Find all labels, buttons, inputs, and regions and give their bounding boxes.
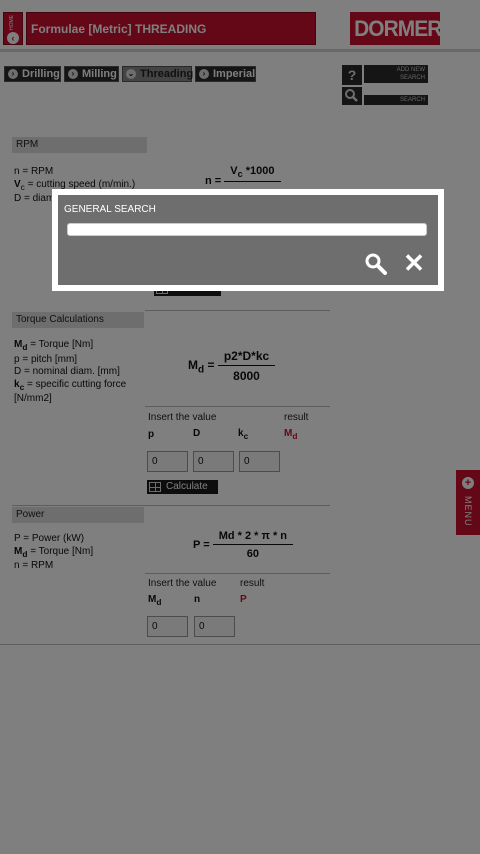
general-search-submit-button[interactable] xyxy=(364,252,388,276)
general-search-panel: GENERAL SEARCH ✕ xyxy=(58,195,438,285)
general-search-input[interactable] xyxy=(67,223,427,236)
general-search-title: GENERAL SEARCH xyxy=(64,204,156,215)
general-search-modal: GENERAL SEARCH ✕ xyxy=(52,189,444,291)
modal-overlay[interactable] xyxy=(0,0,480,854)
close-icon[interactable]: ✕ xyxy=(402,250,426,276)
search-icon xyxy=(365,253,387,275)
